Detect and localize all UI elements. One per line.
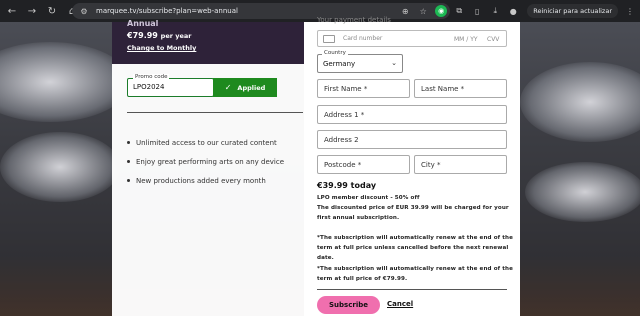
background-dancer [0,132,120,202]
feature-list: Unlimited access to our curated content … [127,133,284,190]
last-name-field[interactable]: Last Name * [414,79,507,98]
renewal-note: term at full price unless cancelled befo… [317,245,509,251]
puzzle-icon[interactable]: ⧉ [453,5,465,17]
divider [317,289,507,290]
feature-text: Enjoy great performing arts on any devic… [136,157,285,166]
reload-icon[interactable]: ↻ [44,3,60,19]
list-item: New productions added every month [127,171,284,190]
subscribe-button[interactable]: Subscribe [317,296,380,314]
background-dancer [0,42,130,122]
cancel-link[interactable]: Cancel [387,300,413,308]
bullet-icon [127,160,130,163]
address1-placeholder: Address 1 * [324,111,365,119]
card-number-placeholder: Card number [343,35,383,42]
translate-icon[interactable]: ⊕ [399,5,411,17]
feature-text: New productions added every month [136,176,266,185]
expiry-placeholder[interactable]: MM / YY [454,36,478,43]
update-button[interactable]: Reiniciar para actualizar [527,4,618,18]
address2-placeholder: Address 2 [324,136,359,144]
toolbar-actions: ⊕ ☆ ◉ ⧉ ▯ ⤓ ● Reiniciar para actualizar … [393,3,636,19]
plan-panel: Annual €79.99 per year Change to Monthly… [112,19,304,316]
plan-header: Annual €79.99 per year Change to Monthly [112,19,304,64]
applied-button[interactable]: ✓ Applied [213,78,277,97]
total-today: €39.99 today [317,181,377,190]
chevron-down-icon: ⌄ [391,59,397,67]
price-period: per year [160,32,192,40]
country-value: Germany [323,60,356,68]
charge-text: first annual subscription. [317,215,400,221]
plan-name: Annual [127,19,159,28]
card-number-field[interactable]: Card number MM / YY CVV [317,30,507,47]
download-icon[interactable]: ⤓ [489,5,501,17]
forward-icon[interactable]: → [24,3,40,19]
bullet-icon [127,141,130,144]
sidebar-icon[interactable]: ▯ [471,5,483,17]
check-icon: ✓ [224,83,232,92]
url-text: marquee.tv/subscribe?plan=web-annual [96,7,238,15]
postcode-field[interactable]: Postcode * [317,155,410,174]
first-name-field[interactable]: First Name * [317,79,410,98]
first-name-placeholder: First Name * [324,85,368,93]
country-select[interactable]: Country Germany ⌄ [317,50,403,73]
postcode-placeholder: Postcode * [324,161,362,169]
promo-code-value: LPO2024 [133,83,165,91]
feature-text: Unlimited access to our curated content [136,138,277,147]
last-name-placeholder: Last Name * [421,85,465,93]
cvv-placeholder[interactable]: CVV [487,36,499,43]
renewal-note: *The subscription will automatically ren… [317,235,513,241]
payment-panel: Your payment details Card number MM / YY… [304,16,520,316]
site-info-icon[interactable]: ⚙ [78,5,90,17]
discount-text: LPO member discount - 50% off [317,195,420,201]
change-plan-link[interactable]: Change to Monthly [127,44,196,52]
divider [127,112,303,113]
renewal-note: date. [317,255,334,261]
bullet-icon [127,179,130,182]
list-item: Enjoy great performing arts on any devic… [127,152,284,171]
back-icon[interactable]: ← [4,3,20,19]
applied-label: Applied [237,83,266,92]
list-item: Unlimited access to our curated content [127,133,284,152]
background-dancer [525,162,640,222]
city-field[interactable]: City * [414,155,507,174]
background-dancer [520,62,640,142]
promo-code-input[interactable]: Promo code LPO2024 [127,74,214,97]
credit-card-icon [323,34,335,43]
price-value: €79.99 [127,31,158,40]
charge-text: The discounted price of EUR 39.99 will b… [317,205,509,211]
profile-icon[interactable]: ● [507,5,519,17]
payment-heading: Your payment details [317,16,391,24]
address1-field[interactable]: Address 1 * [317,105,507,124]
country-label: Country [322,50,348,56]
promo-code-label: Promo code [133,74,170,80]
menu-icon[interactable]: ⋮ [624,5,636,17]
plan-price: €79.99 per year [127,31,191,40]
address2-field[interactable]: Address 2 [317,130,507,149]
city-placeholder: City * [421,161,441,169]
renewal-note: term at full price of €79.99. [317,276,408,282]
renewal-note: *The subscription will automatically ren… [317,266,513,272]
bookmark-star-icon[interactable]: ☆ [417,5,429,17]
extension-icon[interactable]: ◉ [435,5,448,17]
